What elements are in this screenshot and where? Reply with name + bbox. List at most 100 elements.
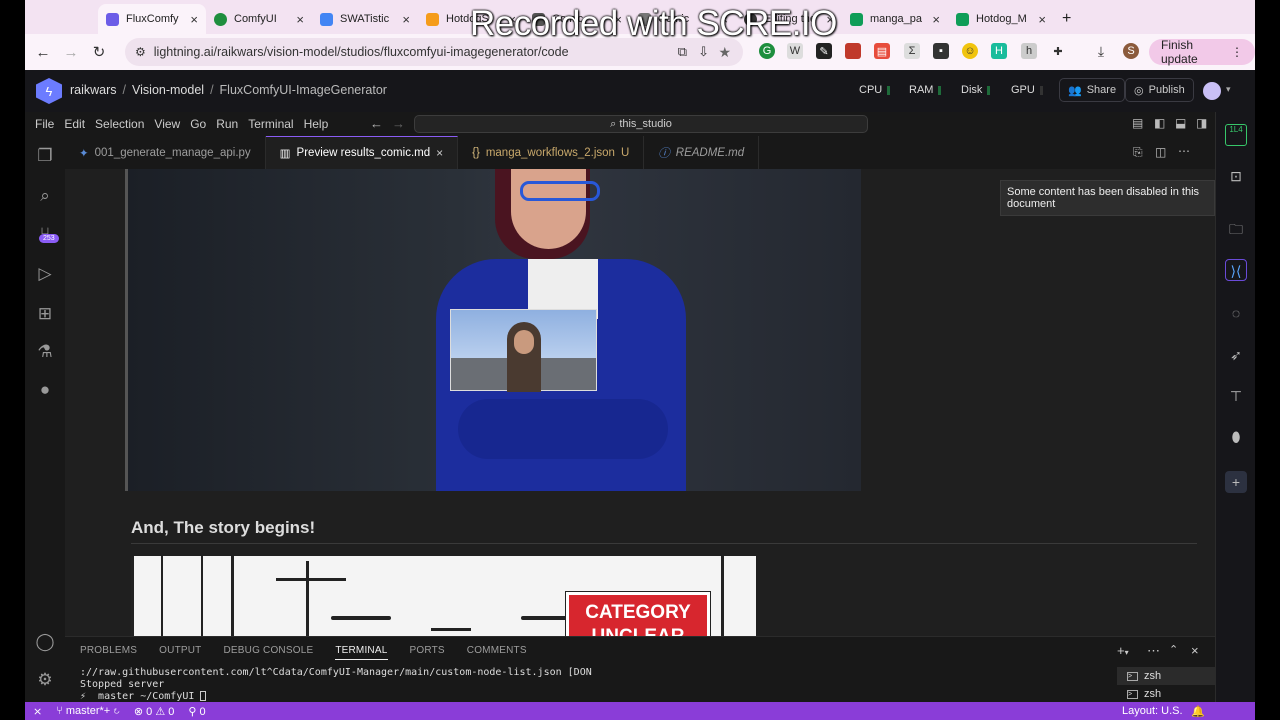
run-debug-icon[interactable]: ▷	[33, 264, 57, 288]
download-icon[interactable]: ⤓	[1093, 43, 1109, 59]
menu-help[interactable]: Help	[299, 117, 334, 131]
search-icon[interactable]: ⌕	[33, 186, 57, 210]
close-tab-icon[interactable]: ×	[932, 12, 940, 27]
maximize-panel-icon[interactable]: ⌃	[1169, 643, 1178, 656]
breadcrumb-studio[interactable]: FluxComfyUI-ImageGenerator	[220, 83, 387, 97]
reload-icon[interactable]: ↻	[85, 43, 113, 61]
gpu-meter[interactable]: GPU	[1011, 84, 1043, 96]
notifications-bell-icon[interactable]: 🔔	[1191, 705, 1205, 718]
explorer-icon[interactable]: ❐	[33, 146, 57, 170]
screenshot-icon[interactable]: ⧉	[678, 44, 687, 60]
menu-edit[interactable]: Edit	[59, 117, 90, 131]
layout-icon[interactable]: ▤	[1132, 116, 1143, 130]
bookmark-star-icon[interactable]: ★	[718, 44, 731, 61]
tab-terminal[interactable]: TERMINAL	[335, 645, 388, 660]
keyboard-layout[interactable]: Layout: U.S.	[1122, 705, 1183, 717]
folder-icon[interactable]: 🗀	[1225, 218, 1247, 240]
terminal-instance[interactable]: > zsh	[1117, 685, 1215, 703]
browser-tab[interactable]: manga_pa ×	[842, 4, 948, 34]
breadcrumb-user[interactable]: raikwars	[70, 83, 117, 97]
github-icon[interactable]: ●	[33, 380, 57, 404]
toggle-sidebar-icon[interactable]: ◧	[1154, 116, 1165, 130]
extension-icon[interactable]: Σ	[904, 43, 920, 59]
ram-meter[interactable]: RAM	[909, 84, 942, 96]
cpu-meter[interactable]: CPU	[859, 84, 891, 96]
problems-status[interactable]: ⊗ 0 ⚠ 0	[134, 705, 175, 718]
more-actions-icon[interactable]: ⋯	[1147, 643, 1160, 659]
close-tab-icon[interactable]: ×	[1038, 12, 1046, 27]
finish-update-button[interactable]: Finish update ⋮	[1149, 38, 1255, 66]
chevron-down-icon[interactable]: ▾	[1226, 84, 1231, 95]
jupyter-icon[interactable]: ◌	[1225, 302, 1247, 324]
gpu-chip-icon[interactable]: 1L4	[1225, 124, 1247, 146]
rocket-icon[interactable]: ➶	[1225, 344, 1247, 366]
tensorflow-icon[interactable]: ⊤	[1225, 385, 1247, 407]
lightning-app-icon[interactable]: ⬮	[1225, 426, 1247, 448]
new-tab-button[interactable]: +	[1054, 4, 1084, 34]
toggle-panel-icon[interactable]: ⬓	[1175, 116, 1186, 130]
tab-output[interactable]: OUTPUT	[159, 645, 201, 660]
content-disabled-notice[interactable]: Some content has been disabled in this d…	[1000, 180, 1215, 216]
extensions-icon[interactable]: ⊞	[33, 304, 57, 328]
install-icon[interactable]: ⇩	[698, 44, 709, 60]
share-button[interactable]: 👥 Share	[1059, 78, 1126, 102]
extension-icon[interactable]: W	[787, 43, 803, 59]
lightning-logo-icon[interactable]: ϟ	[36, 78, 62, 104]
extension-icon[interactable]	[845, 43, 861, 59]
settings-gear-icon[interactable]: ⚙	[33, 670, 57, 694]
extension-icon[interactable]: h	[1021, 43, 1037, 59]
menu-file[interactable]: File	[30, 117, 59, 131]
testing-flask-icon[interactable]: ⚗	[33, 342, 57, 366]
browser-tab[interactable]: ComfyUI ×	[206, 4, 312, 34]
extensions-puzzle-icon[interactable]: ✚	[1050, 43, 1066, 59]
browser-tab[interactable]: FluxComfy ×	[98, 4, 206, 34]
nav-forward-icon[interactable]: →	[392, 116, 405, 131]
browser-tab[interactable]: SWATistic ×	[312, 4, 418, 34]
extension-icon[interactable]: ✎	[816, 43, 832, 59]
kebab-menu-icon[interactable]: ⋮	[1231, 45, 1243, 59]
close-tab-icon[interactable]: ×	[436, 146, 443, 160]
editor-tab-active[interactable]: ▥ Preview results_comic.md ×	[265, 136, 459, 169]
publish-button[interactable]: ◎ Publish	[1125, 78, 1194, 102]
new-terminal-icon[interactable]: +▾	[1117, 643, 1129, 658]
user-avatar[interactable]	[1203, 82, 1221, 100]
breadcrumb-project[interactable]: Vision-model	[132, 83, 204, 97]
tab-comments[interactable]: COMMENTS	[467, 645, 527, 660]
menu-selection[interactable]: Selection	[90, 117, 149, 131]
close-panel-icon[interactable]: ×	[1191, 643, 1199, 658]
close-tab-icon[interactable]: ×	[190, 12, 198, 27]
tab-problems[interactable]: PROBLEMS	[80, 645, 137, 660]
ports-status[interactable]: ⚲ 0	[188, 705, 205, 718]
extension-icon[interactable]: ☺	[962, 43, 978, 59]
more-actions-icon[interactable]: ⋯	[1178, 144, 1190, 158]
open-source-icon[interactable]: ⎘	[1133, 145, 1143, 160]
terminal-icon[interactable]: ⊡	[1225, 165, 1247, 187]
terminal-instance[interactable]: > zsh	[1117, 667, 1215, 685]
branch-status[interactable]: ⑂ master*+ ↻	[56, 705, 120, 717]
close-tab-icon[interactable]: ×	[296, 12, 304, 27]
add-plugin-icon[interactable]: +	[1225, 471, 1247, 493]
extension-icon[interactable]: G	[759, 43, 775, 59]
remote-icon[interactable]: ⨯	[33, 705, 42, 718]
tab-debug-console[interactable]: DEBUG CONSOLE	[223, 645, 313, 660]
disk-meter[interactable]: Disk	[961, 84, 991, 96]
vscode-icon[interactable]: ⟩⟨	[1225, 259, 1247, 281]
accounts-icon[interactable]: ◯	[33, 632, 57, 656]
pdf-extension-icon[interactable]: ▤	[874, 43, 890, 59]
profile-avatar[interactable]: S	[1123, 43, 1139, 59]
nav-back-icon[interactable]: ←	[370, 116, 383, 131]
editor-tab[interactable]: {} manga_workflows_2.json U	[458, 136, 645, 169]
forward-icon[interactable]: →	[57, 44, 85, 61]
menu-go[interactable]: Go	[185, 117, 211, 131]
extension-icon[interactable]: ▪	[933, 43, 949, 59]
tab-ports[interactable]: PORTS	[410, 645, 445, 660]
extension-icon[interactable]: H	[991, 43, 1007, 59]
browser-tab[interactable]: Hotdog_M ×	[948, 4, 1054, 34]
menu-run[interactable]: Run	[211, 117, 243, 131]
back-icon[interactable]: ←	[29, 44, 57, 61]
editor-tab[interactable]: ⓘ README.md	[644, 136, 760, 169]
close-tab-icon[interactable]: ×	[402, 12, 410, 27]
menu-terminal[interactable]: Terminal	[243, 117, 298, 131]
menu-view[interactable]: View	[149, 117, 185, 131]
toggle-secondary-sidebar-icon[interactable]: ◨	[1196, 116, 1207, 130]
